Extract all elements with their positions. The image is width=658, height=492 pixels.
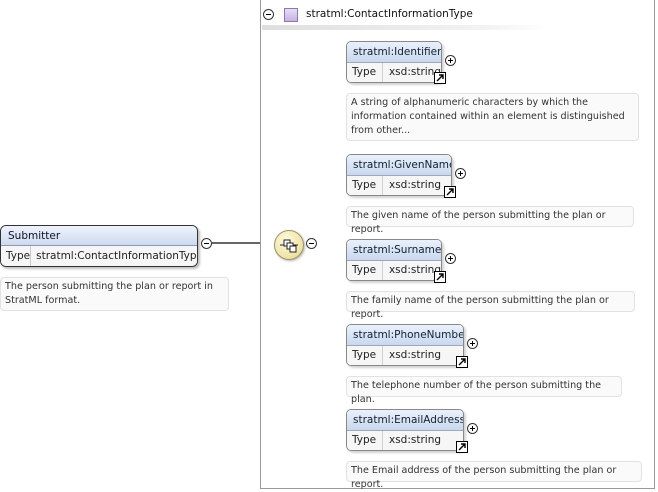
type-value: xsd:string	[389, 349, 442, 361]
type-key: Type	[347, 346, 383, 365]
collapse-root-button[interactable]	[201, 238, 212, 249]
type-reference-arrow-icon[interactable]	[444, 186, 456, 198]
type-key: Type	[347, 176, 383, 195]
root-type-row: Type stratml:ContactInformationType	[1, 246, 197, 266]
element-phonenumber[interactable]: stratml:PhoneNumber Type xsd:string	[346, 324, 464, 366]
expand-givenname-button[interactable]	[455, 168, 466, 179]
element-type-row: Type xsd:string	[347, 431, 463, 450]
root-element-name: Submitter	[1, 226, 197, 246]
surname-documentation: The family name of the person submitting…	[346, 291, 635, 320]
collapse-type-button[interactable]	[263, 9, 274, 20]
type-reference-arrow-icon[interactable]	[456, 441, 468, 453]
element-emailaddress[interactable]: stratml:EmailAddress Type xsd:string	[346, 409, 464, 451]
type-reference-arrow-icon[interactable]	[434, 72, 446, 84]
complex-type-icon	[284, 8, 298, 22]
element-type-row: Type xsd:string	[347, 176, 451, 195]
type-value: xsd:string	[388, 264, 441, 276]
complex-type-header: stratml:ContactInformationType	[262, 3, 652, 25]
root-documentation: The person submitting the plan or report…	[0, 277, 229, 311]
type-header-underline	[262, 25, 547, 30]
element-name: stratml:GivenName	[347, 155, 451, 176]
element-name: stratml:Identifier	[347, 42, 441, 63]
element-type-row: Type xsd:string	[347, 261, 441, 280]
type-value: xsd:string	[388, 66, 441, 78]
givenname-documentation: The given name of the person submitting …	[346, 206, 634, 235]
collapse-sequence-button[interactable]	[306, 238, 317, 249]
phonenumber-documentation: The telephone number of the person submi…	[346, 376, 622, 405]
type-value: xsd:string	[389, 434, 442, 446]
complex-type-name: stratml:ContactInformationType	[306, 8, 473, 20]
root-type-value: stratml:ContactInformationType	[36, 250, 198, 262]
type-key: Type	[347, 431, 383, 450]
type-key: Type	[347, 261, 383, 280]
element-name: stratml:EmailAddress	[347, 410, 463, 431]
element-name: stratml:Surname	[347, 240, 441, 261]
type-reference-arrow-icon[interactable]	[456, 356, 468, 368]
element-surname[interactable]: stratml:Surname Type xsd:string	[346, 239, 442, 281]
element-type-row: Type xsd:string	[347, 346, 463, 365]
root-element-submitter[interactable]: Submitter Type stratml:ContactInformatio…	[0, 225, 198, 267]
identifier-documentation: A string of alphanumeric characters by w…	[346, 93, 639, 141]
element-identifier[interactable]: stratml:Identifier Type xsd:string	[346, 41, 442, 83]
emailaddress-documentation: The Email address of the person submitti…	[346, 461, 642, 490]
expand-phonenumber-button[interactable]	[467, 338, 478, 349]
expand-surname-button[interactable]	[445, 253, 456, 264]
element-type-row: Type xsd:string	[347, 63, 441, 82]
element-name: stratml:PhoneNumber	[347, 325, 463, 346]
sequence-compositor-icon[interactable]	[274, 230, 304, 260]
expand-emailaddress-button[interactable]	[467, 423, 478, 434]
type-value: xsd:string	[389, 179, 442, 191]
type-reference-arrow-icon[interactable]	[434, 271, 446, 283]
root-type-key: Type	[1, 246, 32, 266]
expand-identifier-button[interactable]	[445, 55, 456, 66]
type-key: Type	[347, 63, 383, 82]
element-givenname[interactable]: stratml:GivenName Type xsd:string	[346, 154, 452, 196]
